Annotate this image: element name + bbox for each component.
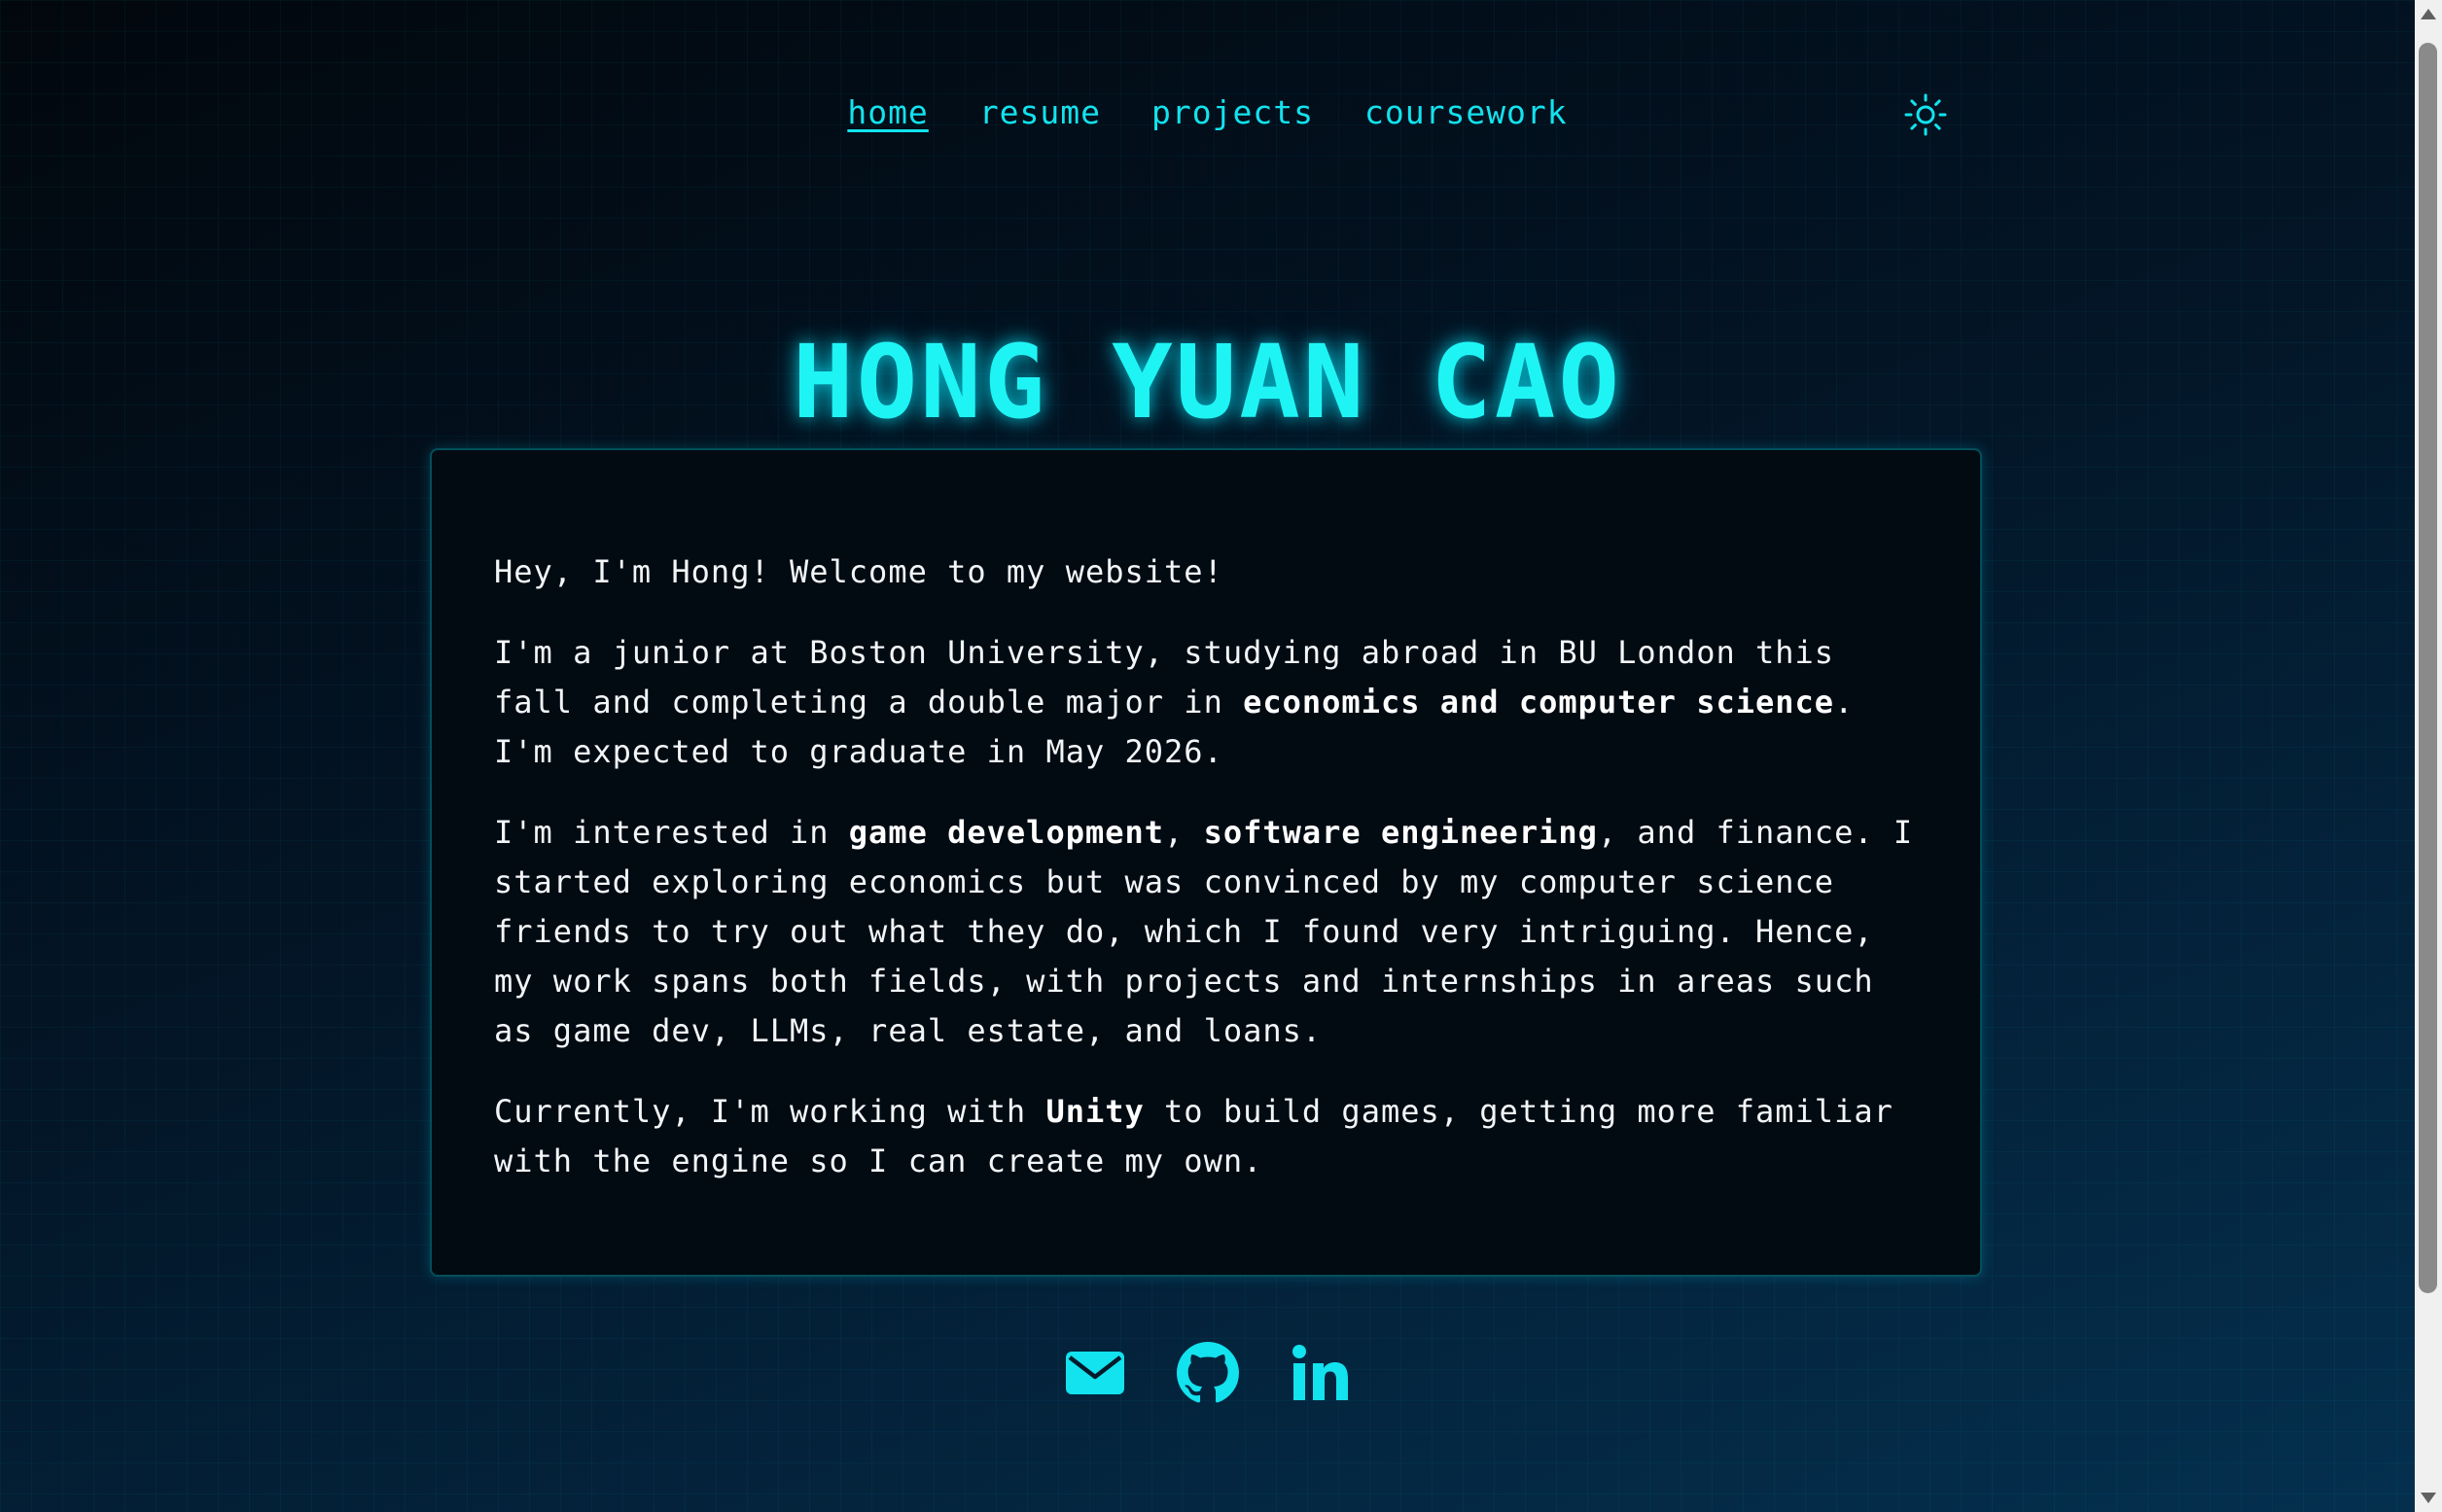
about-paragraph-4: Currently, I'm working with Unity to bui… [494,1087,1918,1186]
linkedin-link[interactable] [1290,1342,1352,1404]
sun-icon [1904,93,1947,136]
about-p2-highlight: economics and computer science [1243,684,1835,721]
theme-toggle-button[interactable] [1904,93,1947,136]
email-icon [1065,1352,1124,1394]
about-p3-highlight-game-dev: game development [848,814,1165,851]
about-p3-text-c: , [1164,814,1204,851]
social-links [0,1342,2415,1404]
page: home resume projects coursework HONG YUA… [0,0,2415,1512]
about-paragraph-2: I'm a junior at Boston University, study… [494,628,1918,777]
about-card: Hey, I'm Hong! Welcome to my website! I'… [430,448,1982,1277]
github-icon [1176,1342,1239,1403]
about-p4-text-a: Currently, I'm working with [494,1093,1046,1130]
about-p4-highlight-unity: Unity [1045,1093,1145,1130]
scrollbar-thumb[interactable] [2419,43,2437,1293]
email-link[interactable] [1064,1342,1126,1404]
nav-projects-link[interactable]: projects [1151,93,1314,131]
vertical-scrollbar[interactable] [2415,0,2442,1512]
linkedin-icon [1292,1345,1348,1400]
nav-home-link[interactable]: home [847,93,928,131]
about-paragraph-3: I'm interested in game development, soft… [494,808,1918,1056]
about-p3-text-a: I'm interested in [494,814,849,851]
about-p1-text: Hey, I'm Hong! Welcome to my website! [494,553,1223,590]
page-title: HONG YUAN CAO [793,322,1622,441]
top-nav: home resume projects coursework [0,93,2415,131]
github-link[interactable] [1176,1342,1239,1404]
scroll-down-arrow-icon[interactable] [2415,1487,2442,1508]
nav-coursework-link[interactable]: coursework [1364,93,1568,131]
nav-resume-link[interactable]: resume [979,93,1101,131]
about-paragraph-1: Hey, I'm Hong! Welcome to my website! [494,547,1918,597]
scroll-up-arrow-icon[interactable] [2415,4,2442,25]
about-p3-highlight-swe: software engineering [1203,814,1598,851]
